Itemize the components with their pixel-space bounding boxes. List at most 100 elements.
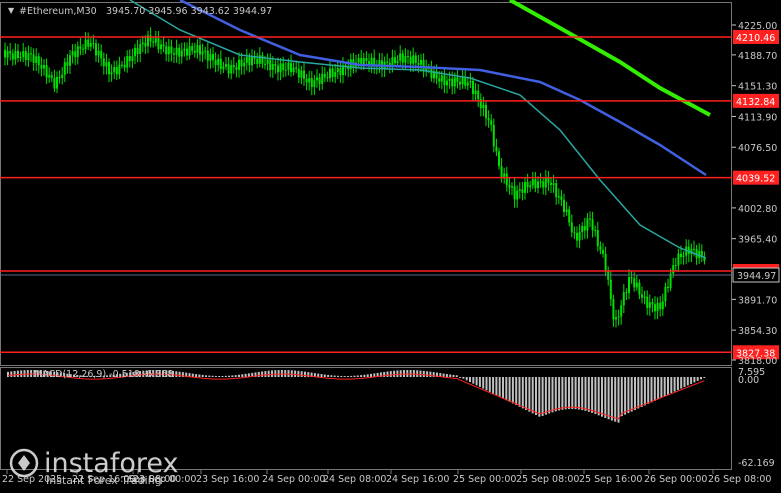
candle-body xyxy=(63,62,66,75)
candle-body xyxy=(53,77,56,89)
candle-body xyxy=(206,50,209,61)
candle-body xyxy=(339,68,342,76)
macd-bar xyxy=(647,377,650,404)
candle-body xyxy=(105,61,108,67)
macd-bar xyxy=(389,371,392,377)
macd-bar xyxy=(564,377,567,410)
macd-bar xyxy=(452,374,455,377)
price-axis[interactable]: 4225.00 4188.70 4151.30 4113.90 4076.50 4002.… xyxy=(732,21,777,367)
candle-body xyxy=(394,57,396,64)
macd-bar xyxy=(653,377,656,401)
candle-body xyxy=(92,43,95,45)
candle-body xyxy=(9,51,12,54)
candle-body xyxy=(511,186,513,188)
candle-body xyxy=(295,67,298,69)
candle-body xyxy=(144,42,147,47)
candle-body xyxy=(612,299,615,320)
candle-body xyxy=(492,124,495,147)
candle-body xyxy=(576,232,578,241)
candle-body xyxy=(331,68,334,77)
candle-body xyxy=(568,209,571,223)
candle-body xyxy=(225,64,227,67)
candle-body xyxy=(131,56,134,62)
candle-body xyxy=(654,304,656,312)
candle-body xyxy=(531,179,534,186)
macd-axis-bottom: -62.169 xyxy=(738,458,775,469)
candle-body xyxy=(14,50,17,60)
candle-body xyxy=(524,181,526,193)
candle-body xyxy=(401,53,404,63)
candle-body xyxy=(183,48,186,51)
candle-body xyxy=(282,63,285,71)
macd-bar xyxy=(610,377,613,421)
price-tick-label: 4002.80 xyxy=(738,204,777,215)
candle-body xyxy=(50,75,53,78)
macd-bar xyxy=(327,374,330,377)
candle-body xyxy=(79,46,82,49)
price-tick-label: 4113.90 xyxy=(738,112,777,123)
price-tick-label: 4076.50 xyxy=(738,143,777,154)
macd-bar xyxy=(657,377,660,400)
macd-bar xyxy=(304,371,306,377)
candle-body xyxy=(121,64,123,66)
macd-bar xyxy=(597,377,600,416)
time-tick-label: 23 Sep 16:00 xyxy=(196,474,259,485)
macd-bar xyxy=(630,377,633,412)
candle-body xyxy=(477,90,480,100)
candle-body xyxy=(157,38,160,50)
candle-body xyxy=(495,146,498,152)
candle-body xyxy=(430,68,433,79)
symbol-dropdown-icon[interactable]: ▼ xyxy=(8,6,15,15)
macd-bar xyxy=(297,370,300,377)
candle-body xyxy=(635,282,638,288)
candle-body xyxy=(607,271,610,280)
candle-body xyxy=(84,39,87,50)
macd-bar xyxy=(643,377,646,406)
candle-body xyxy=(570,222,573,233)
candle-body xyxy=(37,56,40,66)
symbol-label[interactable]: #Ethereum,M30 xyxy=(19,6,97,17)
macd-bar xyxy=(241,374,244,377)
macd-bar xyxy=(686,377,689,386)
chart-canvas[interactable]: 4210.464132.844039.523926.153827.38 ▼ #E… xyxy=(0,0,781,489)
candle-body xyxy=(505,173,508,186)
time-tick-label: 24 Sep 00:00 xyxy=(262,474,325,485)
time-tick-label: 24 Sep 08:00 xyxy=(323,474,386,485)
candle-body xyxy=(214,60,217,66)
price-tick-label: 3891.70 xyxy=(738,295,777,306)
macd-bar xyxy=(20,370,23,377)
macd-bar xyxy=(459,377,462,378)
candle-body xyxy=(108,61,110,75)
level-label: 4132.84 xyxy=(736,97,775,108)
macd-bar xyxy=(617,377,620,423)
macd-bar xyxy=(558,377,561,411)
candle-body xyxy=(404,56,407,63)
candle-body xyxy=(173,53,175,55)
macd-bar xyxy=(703,377,706,378)
macd-bar xyxy=(205,375,207,377)
macd-bar xyxy=(294,370,297,377)
candle-body xyxy=(209,53,212,61)
candle-body xyxy=(269,59,272,70)
candle-body xyxy=(290,62,292,73)
candle-body xyxy=(110,72,113,75)
macd-bar xyxy=(416,370,419,377)
macd-bar xyxy=(525,377,528,411)
candle-body xyxy=(170,46,173,54)
candle-body xyxy=(409,56,412,64)
macd-bar xyxy=(505,377,508,401)
candle-body xyxy=(602,250,604,254)
macd-bar xyxy=(498,377,501,397)
macd-bar xyxy=(10,371,13,377)
candle-body xyxy=(586,218,589,231)
time-tick-label: 25 Sep 08:00 xyxy=(516,474,579,485)
macd-bar xyxy=(541,377,544,416)
candle-body xyxy=(24,51,27,61)
candle-body xyxy=(557,196,560,198)
macd-bar xyxy=(693,377,696,383)
macd-axis-zero: 0.00 xyxy=(738,375,759,386)
macd-bar xyxy=(614,377,617,422)
candle-body xyxy=(318,77,321,84)
candle-body xyxy=(32,54,35,63)
macd-bar xyxy=(587,377,590,412)
